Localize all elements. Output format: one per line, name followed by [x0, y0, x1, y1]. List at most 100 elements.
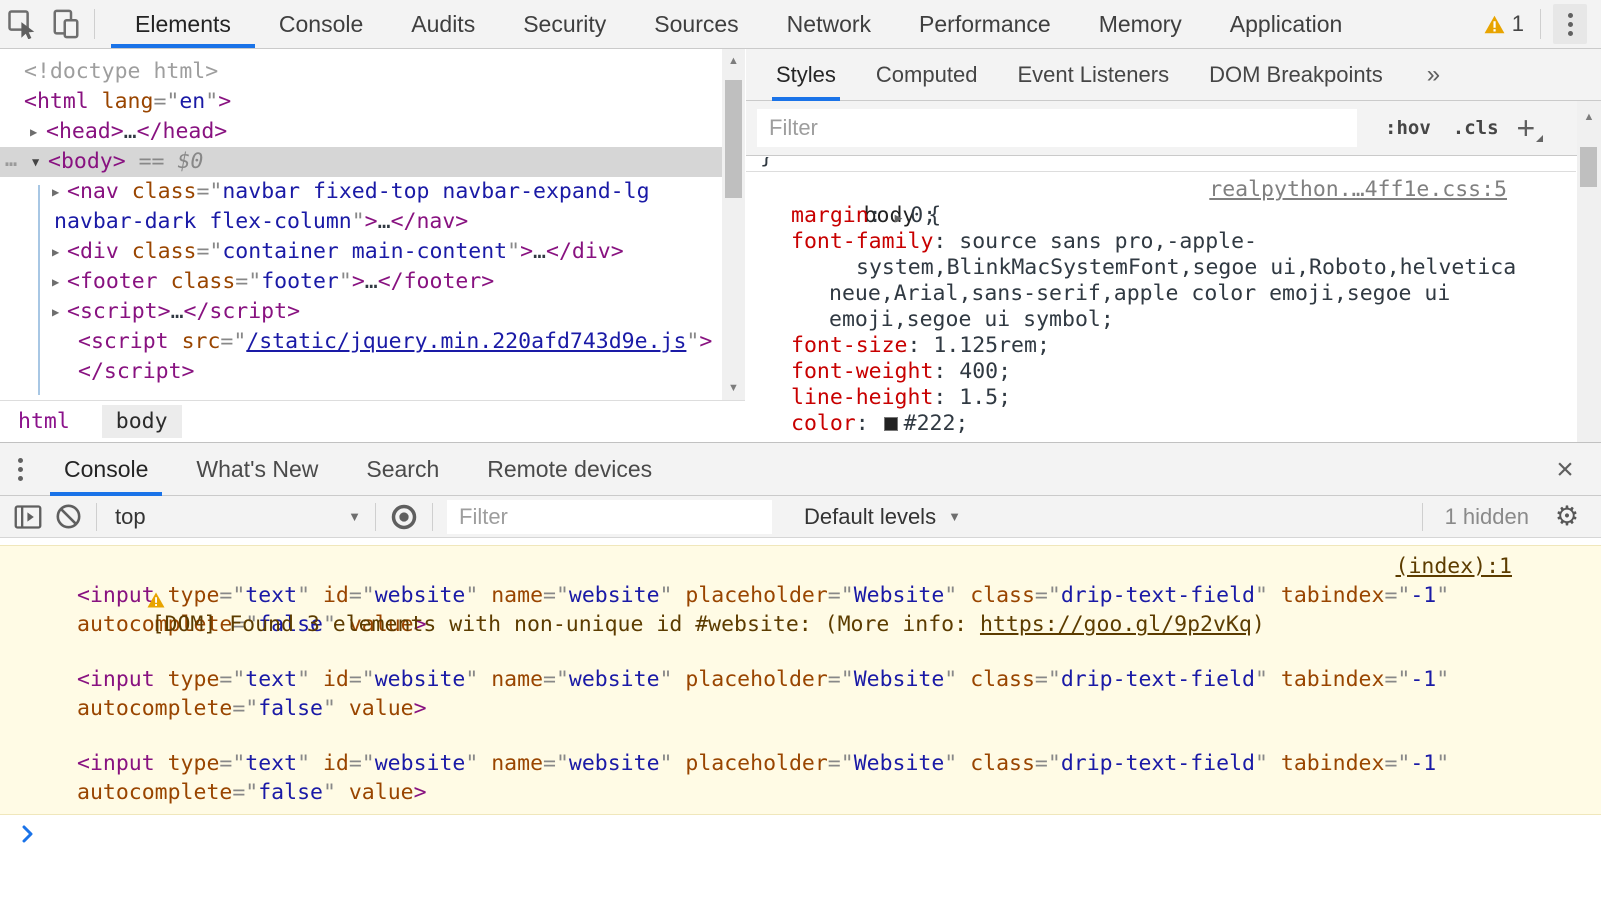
css-decl-font-weight[interactable]: font-weight: 400;	[746, 359, 1576, 385]
css-decl-font-family[interactable]: font-family: source sans pro,-apple-	[746, 229, 1576, 255]
context-selector-value: top	[115, 504, 146, 530]
css-decl-margin[interactable]: margin: ▶ 0;	[746, 203, 1576, 229]
message-source-link[interactable]: (index):1	[1396, 552, 1513, 581]
tab-audits[interactable]: Audits	[387, 0, 499, 48]
warning-count: 1	[1512, 11, 1524, 37]
scroll-up-icon[interactable]: ▲	[722, 53, 745, 69]
css-decl-font-family-wrap: emoji,segoe ui symbol;	[746, 307, 1576, 333]
expand-arrow-icon[interactable]: ▶	[52, 237, 59, 267]
toolbar-separator	[94, 9, 95, 39]
hidden-messages-count[interactable]: 1 hidden	[1445, 504, 1529, 530]
dom-node-script[interactable]: ▶<script>…</script>	[0, 297, 722, 327]
styles-scrollbar[interactable]: ▲ ▼	[1577, 101, 1601, 479]
tab-performance[interactable]: Performance	[895, 0, 1075, 48]
tab-elements[interactable]: Elements	[111, 0, 255, 48]
dom-node-body-selected[interactable]: …▼<body> == $0	[0, 147, 722, 177]
close-drawer-icon[interactable]: ×	[1543, 443, 1587, 496]
dom-node-container-div[interactable]: ▶<div class="container main-content">…</…	[0, 237, 722, 267]
dom-node-script-close[interactable]: </script>	[0, 357, 722, 387]
console-element-preview[interactable]: <input type="text" id="website" name="we…	[0, 749, 1601, 807]
dom-node-script-src[interactable]: <script src="/static/jquery.min.220afd74…	[0, 327, 722, 357]
expand-arrow-icon[interactable]: ▶	[52, 177, 59, 207]
console-prompt[interactable]	[0, 815, 1601, 851]
tab-sources[interactable]: Sources	[630, 0, 762, 48]
more-tabs-icon[interactable]: »	[1427, 61, 1440, 89]
drawer-tab-search[interactable]: Search	[342, 443, 463, 496]
scroll-up-icon[interactable]: ▲	[1577, 109, 1601, 125]
expand-arrow-icon[interactable]: ▶	[52, 297, 59, 327]
dom-node-head[interactable]: ▶<head>…</head>	[0, 117, 722, 147]
drawer-tab-whats-new[interactable]: What's New	[172, 443, 342, 496]
toolbar-separator	[375, 503, 376, 531]
toggle-element-state-button[interactable]: :hov	[1385, 117, 1431, 139]
scrollbar-thumb[interactable]	[725, 80, 742, 198]
styles-filter-input[interactable]	[757, 109, 1357, 147]
device-toolbar-icon[interactable]	[44, 0, 88, 48]
tab-event-listeners[interactable]: Event Listeners	[1017, 49, 1169, 101]
tab-console[interactable]: Console	[255, 0, 387, 48]
stylesheet-source-link[interactable]: realpython.…4ff1e.css:5	[1209, 177, 1507, 203]
expand-arrow-icon[interactable]: ▶	[52, 267, 59, 297]
css-decl-color[interactable]: color: #222;	[746, 411, 1576, 437]
styles-filter-toolbar: :hov .cls +	[746, 101, 1601, 156]
tab-audits-label: Audits	[411, 11, 475, 38]
drawer-tab-remote-devices[interactable]: Remote devices	[463, 443, 676, 496]
dom-node-footer[interactable]: ▶<footer class="footer">…</footer>	[0, 267, 722, 297]
console-warning-message[interactable]: [DOM] Found 3 elements with non-unique i…	[0, 545, 1601, 815]
drawer-menu-icon[interactable]	[0, 443, 40, 495]
new-style-rule-button[interactable]: +	[1517, 118, 1544, 138]
collapse-arrow-icon[interactable]: ▼	[32, 147, 39, 177]
devtools-drawer: Console What's New Search Remote devices…	[0, 442, 1601, 898]
breadcrumb-body[interactable]: body	[102, 405, 182, 438]
scroll-down-icon[interactable]: ▼	[722, 380, 745, 396]
devtools-main-toolbar: Elements Console Audits Security Sources…	[0, 0, 1601, 49]
expand-arrow-icon[interactable]: ▶	[30, 117, 37, 147]
breadcrumb-html[interactable]: html	[4, 405, 84, 438]
tab-computed[interactable]: Computed	[876, 49, 978, 101]
css-decl-font-family-wrap: system,BlinkMacSystemFont,segoe ui,Robot…	[746, 255, 1576, 281]
tab-dom-breakpoints-label: DOM Breakpoints	[1209, 62, 1383, 88]
dom-node-html[interactable]: <html lang="en">	[0, 87, 722, 117]
tab-styles[interactable]: Styles	[776, 49, 836, 101]
console-settings-gear-icon[interactable]: ⚙	[1547, 501, 1587, 532]
inspect-element-icon[interactable]	[0, 0, 44, 48]
console-sidebar-toggle-icon[interactable]	[8, 499, 48, 535]
console-toolbar: top ▼ Default levels ▼ 1 hidden ⚙	[0, 496, 1601, 538]
live-expression-eye-icon[interactable]	[384, 499, 424, 535]
tab-styles-label: Styles	[776, 62, 836, 88]
javascript-context-selector[interactable]: top ▼	[105, 504, 367, 530]
element-classes-button[interactable]: .cls	[1453, 117, 1499, 139]
tab-computed-label: Computed	[876, 62, 978, 88]
dom-node-doctype[interactable]: <!doctype html>	[0, 57, 722, 87]
chevron-down-icon: ▼	[948, 509, 961, 524]
drawer-tab-remote-devices-label: Remote devices	[487, 456, 652, 483]
more-actions-icon[interactable]: …	[5, 144, 18, 174]
dom-node-nav-wrap[interactable]: navbar-dark flex-column">…</nav>	[0, 207, 722, 237]
elements-scrollbar[interactable]: ▲ ▼	[722, 49, 745, 400]
toolbar-separator	[1422, 503, 1423, 531]
tab-console-label: Console	[279, 11, 363, 38]
css-decl-font-size[interactable]: font-size: 1.125rem;	[746, 333, 1576, 359]
clear-console-icon[interactable]	[48, 499, 88, 535]
tab-performance-label: Performance	[919, 11, 1051, 38]
css-decl-font-family-wrap: neue,Arial,sans-serif,apple color emoji,…	[746, 281, 1576, 307]
drawer-tab-console[interactable]: Console	[40, 443, 172, 496]
log-levels-selector[interactable]: Default levels ▼	[804, 504, 961, 530]
dom-breadcrumb: html body	[0, 400, 745, 442]
console-element-preview[interactable]: <input type="text" id="website" name="we…	[0, 665, 1601, 723]
warning-triangle-icon	[18, 558, 165, 645]
main-panel-tabs: Elements Console Audits Security Sources…	[111, 0, 1366, 48]
tab-network[interactable]: Network	[763, 0, 895, 48]
tab-dom-breakpoints[interactable]: DOM Breakpoints	[1209, 49, 1383, 101]
css-decl-line-height[interactable]: line-height: 1.5;	[746, 385, 1576, 411]
scrollbar-thumb[interactable]	[1580, 147, 1597, 187]
console-filter-input[interactable]	[447, 500, 772, 534]
warnings-count-badge[interactable]: 1	[1474, 11, 1534, 37]
css-rule-body-selector[interactable]: body { realpython.…4ff1e.css:5	[746, 177, 1576, 203]
tab-application[interactable]: Application	[1206, 0, 1367, 48]
tab-security[interactable]: Security	[499, 0, 630, 48]
drawer-tab-whats-new-label: What's New	[196, 456, 318, 483]
dom-node-nav[interactable]: ▶<nav class="navbar fixed-top navbar-exp…	[0, 177, 722, 207]
tab-memory[interactable]: Memory	[1075, 0, 1206, 48]
devtools-menu-icon[interactable]	[1553, 4, 1587, 44]
